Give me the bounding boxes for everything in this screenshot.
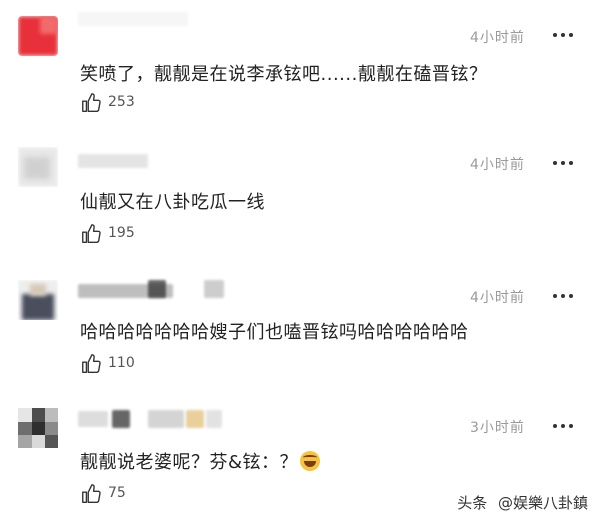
- avatar[interactable]: [18, 147, 58, 187]
- comment-text: 仙靓又在八卦吃瓜一线: [80, 192, 265, 213]
- like-count: 75: [108, 485, 126, 501]
- username-redacted: [186, 410, 204, 428]
- thumbs-up-icon: [82, 484, 101, 503]
- username-redacted: [78, 411, 108, 427]
- avatar[interactable]: [18, 280, 58, 320]
- watermark-account: @娱樂八卦鎮: [497, 494, 588, 512]
- timestamp: 4小时前: [470, 290, 525, 306]
- watermark: 头条 @娱樂八卦鎮: [457, 492, 588, 513]
- like-count: 110: [108, 355, 135, 371]
- timestamp: 3小时前: [470, 420, 525, 436]
- rolling-laughing-emoji-icon: [300, 451, 321, 471]
- comment-text: 哈哈哈哈哈哈哈嫂子们也嗑晋铉吗哈哈哈哈哈哈: [80, 322, 469, 343]
- like-count: 253: [108, 94, 135, 110]
- timestamp: 4小时前: [470, 30, 525, 46]
- username-redacted: [148, 280, 166, 298]
- avatar[interactable]: [18, 16, 58, 56]
- watermark-platform: 头条: [457, 494, 488, 512]
- username-redacted: [204, 280, 224, 298]
- username-redacted: [78, 12, 188, 26]
- more-options-icon[interactable]: [553, 424, 573, 430]
- thumbs-up-icon: [82, 93, 101, 112]
- more-options-icon[interactable]: [553, 294, 573, 300]
- like-count: 195: [108, 225, 135, 241]
- comment-text-body: 靓靓说老婆呢？芬&铉：？: [80, 452, 299, 473]
- thumbs-up-icon: [82, 224, 101, 243]
- avatar[interactable]: [18, 408, 58, 448]
- username-redacted: [112, 410, 130, 428]
- username-redacted: [206, 410, 222, 428]
- comment-item: 4小时前 笑喷了，靓靓是在说李承铉吧......靓靓在磕晋铉？ 253: [0, 0, 600, 125]
- watermark-separator: [490, 494, 495, 512]
- more-options-icon[interactable]: [553, 161, 573, 167]
- comment-item: 4小时前 仙靓又在八卦吃瓜一线 195: [0, 125, 600, 260]
- thumbs-up-icon: [82, 354, 101, 373]
- username-redacted: [148, 410, 184, 428]
- username-redacted: [78, 154, 148, 168]
- timestamp: 4小时前: [470, 157, 525, 173]
- more-options-icon[interactable]: [553, 33, 573, 39]
- comment-item: 4小时前 哈哈哈哈哈哈哈嫂子们也嗑晋铉吗哈哈哈哈哈哈 110: [0, 260, 600, 390]
- comment-text: 靓靓说老婆呢？芬&铉：？: [80, 448, 321, 474]
- comment-text: 笑喷了，靓靓是在说李承铉吧......靓靓在磕晋铉？: [80, 64, 488, 85]
